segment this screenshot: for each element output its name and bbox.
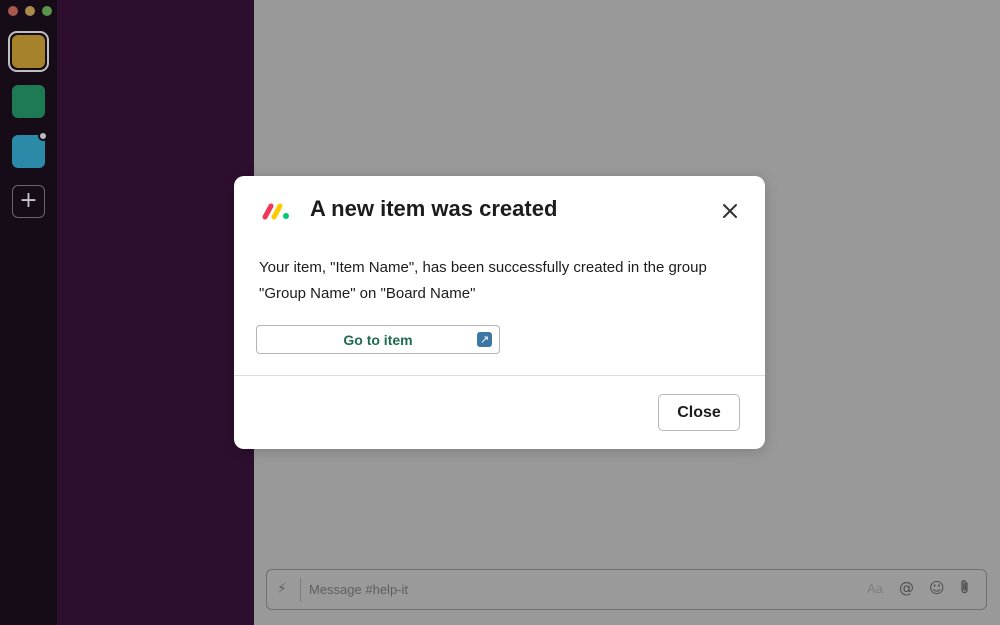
lightning-icon[interactable]: ⚡ (277, 581, 293, 599)
message-input-placeholder[interactable]: Message #help-it (309, 582, 408, 597)
go-to-item-button[interactable]: Go to item ↗ (256, 325, 500, 354)
workspace-2[interactable] (12, 85, 45, 118)
go-to-item-label: Go to item (343, 332, 413, 348)
plus-icon: + (19, 188, 38, 213)
window-minimize-dot[interactable] (25, 6, 35, 16)
external-link-icon: ↗ (477, 332, 492, 347)
modal-body-text: Your item, "Item Name", has been success… (259, 259, 707, 302)
workspace-rail: + (0, 0, 57, 625)
add-workspace-button[interactable]: + (12, 185, 45, 218)
emoji-icon[interactable]: ☺ (929, 579, 945, 597)
item-created-modal: A new item was created Your item, "Item … (234, 176, 765, 449)
workspace-notification-dot (38, 131, 48, 141)
workspace-1[interactable] (12, 35, 45, 68)
close-button[interactable]: Close (658, 394, 740, 431)
channel-sidebar (57, 0, 254, 625)
paperclip-icon[interactable] (959, 579, 971, 599)
window-zoom-dot[interactable] (42, 6, 52, 16)
mention-icon[interactable]: @ (899, 579, 914, 597)
modal-title: A new item was created (310, 196, 558, 221)
format-toggle[interactable]: Aa (867, 581, 883, 596)
modal-divider (234, 375, 765, 376)
close-icon[interactable] (720, 201, 740, 221)
message-composer[interactable]: ⚡ Message #help-it Aa @ ☺ (266, 569, 987, 610)
window-close-dot[interactable] (8, 6, 18, 16)
monday-logo-icon (260, 200, 292, 222)
composer-separator (300, 578, 301, 602)
